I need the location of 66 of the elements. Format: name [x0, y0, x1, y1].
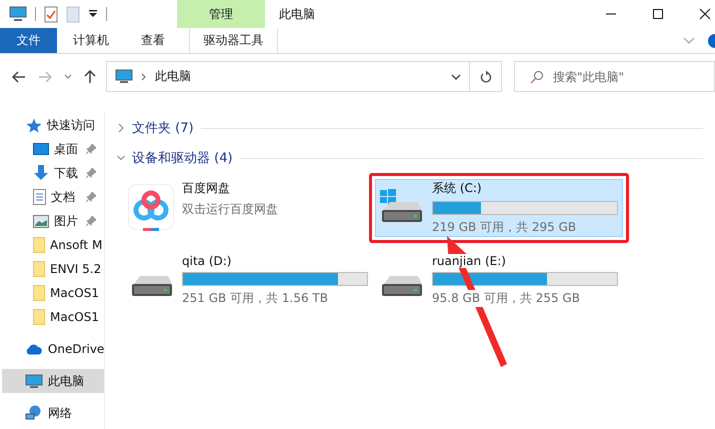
properties-icon[interactable] [44, 6, 58, 22]
refresh-icon [480, 70, 492, 83]
drive-space-text: 251 GB 可用，共 1.56 TB [182, 290, 328, 307]
search-field[interactable]: 搜索"此电脑" [514, 61, 715, 92]
folder-icon [33, 309, 45, 325]
sidebar-item[interactable]: 网络 [0, 401, 104, 425]
drive-name: qita (D:) [182, 254, 232, 268]
sidebar-item[interactable]: Ansoft M [0, 233, 104, 257]
drive-space-text: 95.8 GB 可用，共 255 GB [432, 290, 580, 307]
address-bar[interactable]: 此电脑 [106, 61, 470, 92]
drive-name: ruanjian (E:) [432, 254, 506, 268]
drive-tile[interactable]: qita (D:) 251 GB 可用，共 1.56 TB [119, 247, 369, 317]
address-path[interactable]: 此电脑 [155, 68, 191, 85]
up-arrow-icon[interactable] [84, 70, 96, 84]
computer-icon [115, 69, 133, 84]
drive-tile[interactable]: 系统 (C:) 219 GB 可用，共 295 GB [369, 173, 629, 243]
star-icon [26, 118, 42, 132]
sidebar-item[interactable]: 图片 [0, 209, 104, 233]
app-description: 双击运行百度网盘 [182, 201, 278, 218]
expand-chevron-icon[interactable] [117, 123, 125, 133]
drive-name: 系统 (C:) [432, 180, 483, 197]
sidebar-item[interactable]: MacOS1 [0, 305, 104, 329]
desktop-icon [33, 143, 49, 155]
computer-icon[interactable] [9, 6, 27, 22]
sidebar-item[interactable]: 此电脑 [2, 369, 104, 393]
sidebar-item[interactable]: OneDrive [0, 337, 104, 361]
window-title: 此电脑 [278, 6, 316, 22]
app-tile[interactable]: 百度网盘 双击运行百度网盘 [119, 173, 369, 243]
sidebar-item[interactable]: 文档 [0, 185, 104, 209]
refresh-button[interactable] [470, 61, 502, 92]
dropdown-icon[interactable] [88, 9, 98, 19]
history-caret-icon[interactable] [64, 74, 72, 80]
pin-icon[interactable] [86, 168, 96, 178]
pin-icon[interactable] [86, 192, 96, 202]
collapse-chevron-icon[interactable] [117, 153, 125, 163]
pin-icon[interactable] [86, 144, 96, 154]
computer-icon [25, 374, 43, 388]
document-icon [33, 189, 46, 205]
folder-icon [33, 237, 45, 253]
group-header[interactable]: 设备和驱动器 (4) [132, 149, 233, 167]
pin-icon[interactable] [86, 216, 96, 226]
sidebar-item[interactable]: 快速访问 [0, 113, 104, 137]
picture-icon [33, 214, 49, 228]
sidebar-item[interactable]: MacOS1 [0, 281, 104, 305]
folder-icon [33, 261, 45, 277]
chevron-down-icon[interactable] [683, 36, 695, 44]
cloud-app-icon [128, 184, 174, 232]
dropdown-caret-icon[interactable] [451, 74, 461, 80]
back-arrow-icon[interactable] [12, 70, 26, 82]
sidebar-item[interactable]: 桌面 [0, 137, 104, 161]
search-icon [530, 70, 544, 84]
close-icon[interactable] [699, 8, 711, 20]
group-header[interactable]: 文件夹 (7) [132, 119, 194, 137]
drive-space-text: 219 GB 可用，共 295 GB [432, 219, 578, 236]
ribbon-tab[interactable]: 文件 [0, 28, 57, 53]
manage-tab-header: 管理 [177, 0, 265, 28]
sidebar-item[interactable]: 下载 [0, 161, 104, 185]
ribbon-tab[interactable]: 驱动器工具 [189, 28, 278, 53]
cloud-icon [25, 344, 43, 354]
network-globe-icon [25, 405, 43, 421]
drive-tile[interactable]: ruanjian (E:) 95.8 GB 可用，共 255 GB [369, 247, 629, 317]
maximize-icon[interactable] [652, 8, 664, 20]
folder-icon [33, 285, 45, 301]
down-arrow-icon [33, 165, 49, 181]
breadcrumb-chevron-icon[interactable] [141, 72, 147, 80]
sidebar-item[interactable]: ENVI 5.2 [0, 257, 104, 281]
